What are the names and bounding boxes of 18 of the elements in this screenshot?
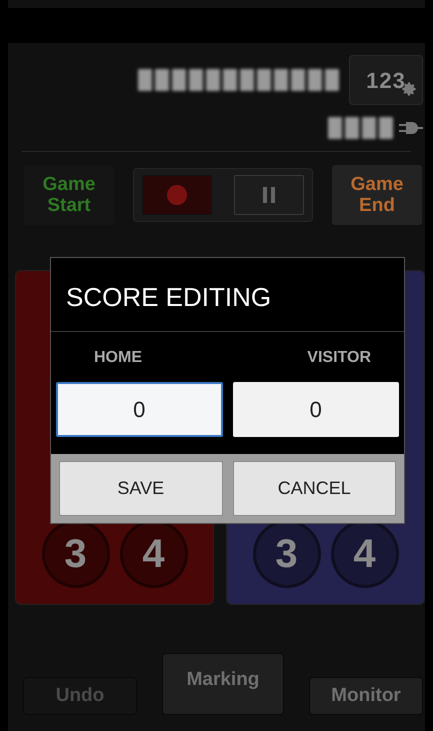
counter-text: 123 [366,66,406,94]
blurred-digits-drawing [328,117,393,139]
record-button[interactable] [142,175,212,215]
settings-button[interactable]: 123 [349,55,423,105]
field-label: HOME [94,348,142,368]
action-button[interactable]: Monitor [309,677,423,715]
field-label: VISITOR [307,348,371,368]
pause-icon [263,187,275,203]
marking-button[interactable]: Marking [162,653,284,715]
game-end-button[interactable]: Game End [331,164,423,226]
cancel-button[interactable]: CANCEL [232,461,396,516]
plug-icon [399,121,423,135]
save-button[interactable]: SAVE [59,461,222,516]
dialog-title: SCORE EDITING [65,281,272,314]
pause-button[interactable] [234,175,304,215]
record-icon [167,185,187,205]
score-input[interactable]: 0 [56,382,222,437]
score-input[interactable]: 0 [232,382,399,437]
